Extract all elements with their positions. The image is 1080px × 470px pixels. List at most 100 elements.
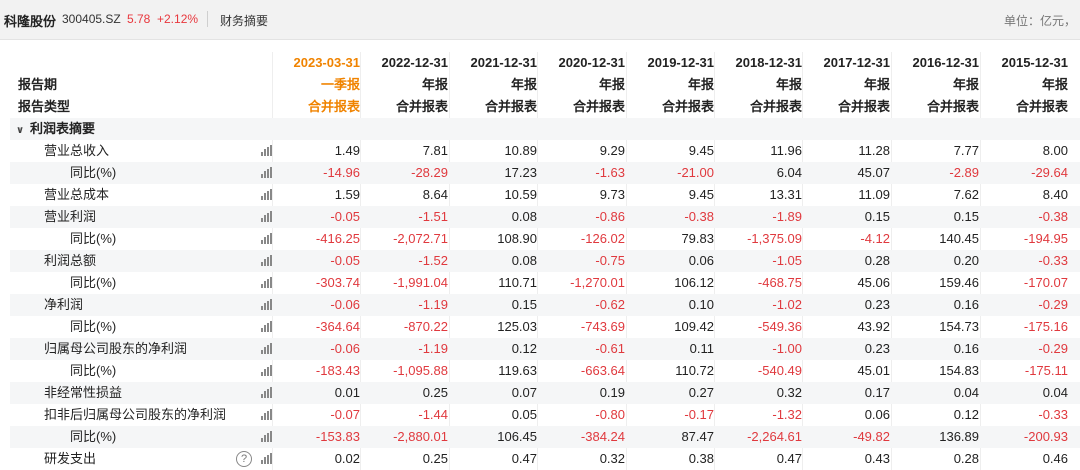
divider (207, 11, 208, 27)
column-date: 2021-12-31 (470, 55, 538, 70)
bar-chart-icon[interactable] (261, 431, 273, 442)
bar-chart-icon[interactable] (261, 145, 273, 156)
table-cell: 0.05 (511, 407, 537, 422)
column-date: 2019-12-31 (647, 55, 715, 70)
period-label: 报告期 (18, 77, 58, 92)
table-row: 同比(%) -416.25 -2,072.71 108.90 -126.02 79.83 -… (10, 228, 1080, 250)
row-label: 同比(%) (70, 165, 117, 180)
bar-chart-icon[interactable] (261, 453, 273, 464)
table-cell: 0.47 (776, 451, 802, 466)
bar-chart-icon[interactable] (261, 277, 273, 288)
table-cell: -416.25 (315, 231, 360, 246)
column-period: 一季报 (320, 77, 360, 92)
table-cell: -303.74 (315, 275, 360, 290)
table-cell: 109.42 (674, 319, 714, 334)
bar-chart-icon[interactable] (261, 233, 273, 244)
table-row: 非经常性损益 0.01 0.25 0.07 0.19 0.27 0.32 0.17 0.04 0.… (10, 382, 1080, 404)
table-cell: -2,264.61 (747, 429, 802, 444)
table-cell: -540.49 (757, 363, 802, 378)
bar-chart-icon[interactable] (261, 343, 273, 354)
table-cell: 79.83 (681, 231, 714, 246)
table-cell: 0.23 (864, 297, 890, 312)
column-date: 2020-12-31 (558, 55, 626, 70)
column-period: 年报 (775, 77, 802, 92)
table-cell: 0.15 (953, 209, 979, 224)
table-cell: 0.32 (599, 451, 625, 466)
bar-chart-icon[interactable] (261, 189, 273, 200)
section-title[interactable]: ∨ 利润表摘要 (16, 118, 95, 140)
tab-financial-summary[interactable]: 财务摘要 (220, 12, 268, 29)
question-circle-icon[interactable]: ? (236, 451, 252, 467)
table-cell: -1.51 (418, 209, 448, 224)
bar-chart-icon[interactable] (261, 321, 273, 332)
table-cell: 0.01 (334, 385, 360, 400)
column-date: 2017-12-31 (823, 55, 891, 70)
row-label: 同比(%) (70, 429, 117, 444)
column-period: 年报 (1041, 77, 1068, 92)
table-cell: -743.69 (580, 319, 625, 334)
table-cell: -0.06 (330, 341, 360, 356)
header-row-period: 报告期 一季报 年报 年报 年报 年报 年报 年报 年报 年报 (10, 74, 1080, 96)
table-cell: 0.46 (1042, 451, 1068, 466)
table-cell: -1,270.01 (570, 275, 625, 290)
table-row: 同比(%) -364.64 -870.22 125.03 -743.69 109.42 -5… (10, 316, 1080, 338)
table-cell: -170.07 (1023, 275, 1068, 290)
table-cell: 0.25 (422, 385, 448, 400)
column-date: 2016-12-31 (912, 55, 980, 70)
table-cell: 119.63 (498, 363, 537, 378)
table-cell: 0.08 (511, 253, 537, 268)
header-row-dates: 2023-03-31 2022-12-31 2021-12-31 2020-12-31… (10, 52, 1080, 74)
table-cell: -0.29 (1038, 341, 1068, 356)
stock-code: 300405.SZ (62, 12, 121, 26)
table-cell: -0.07 (330, 407, 360, 422)
table-cell: 0.25 (422, 451, 448, 466)
table-cell: 0.47 (511, 451, 537, 466)
bar-chart-icon[interactable] (261, 365, 273, 376)
table-cell: -175.11 (1024, 363, 1068, 378)
row-label: 同比(%) (70, 231, 117, 246)
table-cell: -0.75 (595, 253, 625, 268)
bar-chart-icon[interactable] (261, 387, 273, 398)
table-cell: 0.28 (864, 253, 890, 268)
row-label: 同比(%) (70, 363, 117, 378)
table-cell: -1,991.04 (393, 275, 448, 290)
table-cell: 1.59 (334, 187, 360, 202)
table-cell: -0.62 (595, 297, 625, 312)
table-cell: -1.19 (418, 341, 448, 356)
column-type: 合并报表 (484, 99, 537, 114)
table-cell: 10.59 (504, 187, 537, 202)
table-row: 营业总收入 1.49 7.81 10.89 9.29 9.45 11.96 11.28 7.77… (10, 140, 1080, 162)
table-cell: -1.32 (772, 407, 802, 422)
column-period: 年报 (863, 77, 890, 92)
table-cell: -0.06 (330, 297, 360, 312)
table-cell: -175.16 (1023, 319, 1068, 334)
table-row: 研发支出? 0.02 0.25 0.47 0.32 0.38 0.47 0.43 0.28 0.4… (10, 448, 1080, 470)
row-label: 非经常性损益 (44, 385, 123, 400)
chevron-down-icon[interactable]: ∨ (16, 120, 28, 142)
section-income-summary[interactable]: ∨ 利润表摘要 (10, 118, 1080, 140)
table-cell: 7.81 (422, 143, 448, 158)
bar-chart-icon[interactable] (261, 409, 273, 420)
table-cell: -21.00 (677, 165, 714, 180)
table-cell: -4.12 (860, 231, 890, 246)
table-row: 归属母公司股东的净利润 -0.06 -1.19 0.12 -0.61 0.11 -1.00 0… (10, 338, 1080, 360)
table-cell: -0.80 (595, 407, 625, 422)
column-type: 合并报表 (661, 99, 714, 114)
table-row: 利润总额 -0.05 -1.52 0.08 -0.75 0.06 -1.05 0.28 0.20… (10, 250, 1080, 272)
table-cell: -1.19 (418, 297, 448, 312)
column-period: 年报 (421, 77, 448, 92)
bar-chart-icon[interactable] (261, 167, 273, 178)
table-row: 营业总成本 1.59 8.64 10.59 9.73 9.45 13.31 11.09 7.62… (10, 184, 1080, 206)
bar-chart-icon[interactable] (261, 211, 273, 222)
table-cell: 45.06 (857, 275, 890, 290)
table-cell: 0.04 (953, 385, 979, 400)
column-period: 年报 (952, 77, 979, 92)
table-cell: 0.12 (511, 341, 537, 356)
table-cell: 0.16 (953, 341, 979, 356)
column-date: 2018-12-31 (735, 55, 803, 70)
table-cell: -28.29 (411, 165, 448, 180)
bar-chart-icon[interactable] (261, 299, 273, 310)
table-cell: 0.07 (511, 385, 537, 400)
bar-chart-icon[interactable] (261, 255, 273, 266)
table-cell: 0.32 (776, 385, 802, 400)
